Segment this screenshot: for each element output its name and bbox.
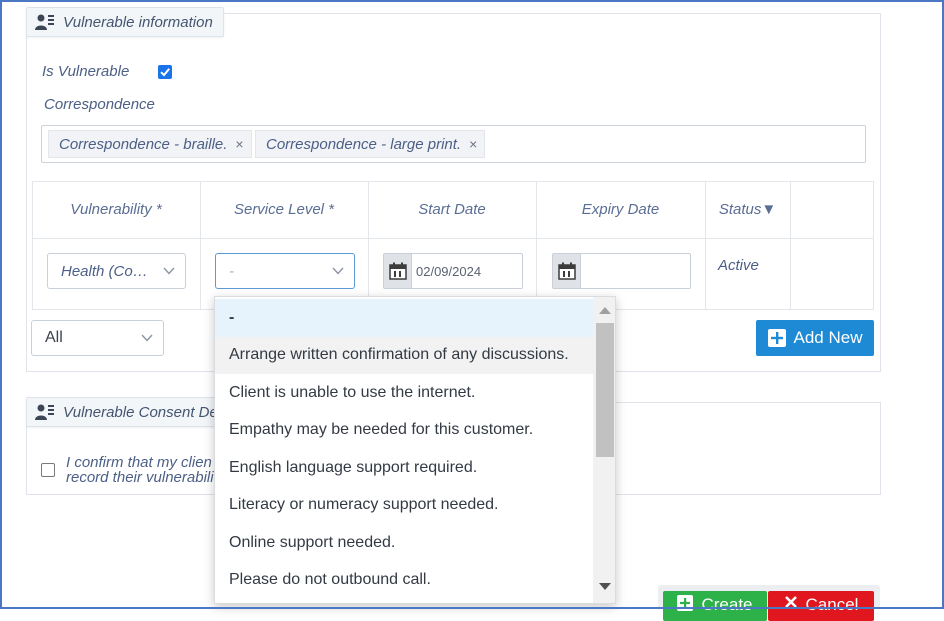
dropdown-option[interactable]: Empathy may be needed for this customer. xyxy=(215,412,593,450)
consent-checkbox[interactable] xyxy=(41,463,55,477)
start-date-value: 02/09/2024 xyxy=(416,263,482,279)
create-label: Create xyxy=(701,595,753,614)
checkmark-icon xyxy=(160,68,170,77)
vulnerability-select[interactable]: Health (Co… xyxy=(47,253,186,289)
dropdown-option[interactable]: Literacy or numeracy support needed. xyxy=(215,487,593,525)
dropdown-option[interactable]: Please do not outbound call. xyxy=(215,562,593,600)
close-icon xyxy=(784,596,797,608)
chevron-down-icon xyxy=(163,267,175,275)
column-header-status[interactable]: Status▼ xyxy=(705,181,790,238)
is-vulnerable-label: Is Vulnerable xyxy=(42,63,130,80)
person-card-icon xyxy=(35,14,54,30)
consent-panel-header[interactable]: Vulnerable Consent De xyxy=(26,397,236,427)
calendar-icon[interactable] xyxy=(553,254,581,288)
column-header-start-date[interactable]: Start Date xyxy=(368,181,536,238)
person-card-icon xyxy=(35,404,54,420)
filter-select[interactable]: All xyxy=(31,320,164,356)
tag-label: Correspondence - large print. xyxy=(266,135,462,153)
filter-value: All xyxy=(45,329,63,346)
remove-tag-icon[interactable]: × xyxy=(469,136,477,152)
consent-text-line: record their vulnerabili xyxy=(66,469,214,486)
add-new-label: Add New xyxy=(793,328,863,347)
dropdown-option[interactable]: Arrange written confirmation of any disc… xyxy=(215,336,593,374)
correspondence-multiselect[interactable]: Correspondence - braille. × Corresponden… xyxy=(41,125,866,163)
scrollbar-thumb[interactable] xyxy=(596,323,614,457)
column-header-service-level[interactable]: Service Level * xyxy=(200,181,368,238)
correspondence-label: Correspondence xyxy=(44,96,155,113)
correspondence-tag: Correspondence - braille. × xyxy=(48,130,252,158)
add-new-button[interactable]: Add New xyxy=(756,320,874,356)
create-button[interactable]: Create xyxy=(663,591,767,621)
dropdown-option[interactable]: - xyxy=(215,299,593,337)
tag-label: Correspondence - braille. xyxy=(59,135,228,153)
correspondence-tag: Correspondence - large print. × xyxy=(255,130,486,158)
dropdown-option[interactable]: English language support required. xyxy=(215,449,593,487)
column-header-expiry-date[interactable]: Expiry Date xyxy=(536,181,705,238)
service-level-value: - xyxy=(229,262,234,280)
dropdown-scrollbar[interactable] xyxy=(593,297,615,603)
column-header-vulnerability[interactable]: Vulnerability * xyxy=(32,181,200,238)
consent-text-line: I confirm that my clien xyxy=(66,454,212,471)
consent-panel-title: Vulnerable Consent De xyxy=(63,403,218,421)
is-vulnerable-checkbox[interactable] xyxy=(158,65,172,79)
plus-square-icon xyxy=(767,329,786,347)
chevron-down-icon xyxy=(332,267,344,275)
expiry-date-value xyxy=(581,254,585,288)
service-level-select[interactable]: - xyxy=(215,253,355,289)
cancel-label: Cancel xyxy=(805,595,859,614)
scroll-down-icon[interactable] xyxy=(599,583,611,590)
dropdown-option[interactable]: Client is unable to use the internet. xyxy=(215,374,593,412)
status-value: Active xyxy=(718,257,759,274)
remove-tag-icon[interactable]: × xyxy=(235,136,243,152)
calendar-icon[interactable] xyxy=(384,254,412,288)
dropdown-option[interactable]: Online support needed. xyxy=(215,524,593,562)
consent-text: I confirm that my clien record their vul… xyxy=(66,455,214,485)
chevron-down-icon xyxy=(141,334,153,342)
vulnerable-information-header[interactable]: Vulnerable information xyxy=(26,7,224,37)
scroll-up-icon[interactable] xyxy=(599,307,611,314)
service-level-dropdown[interactable]: - Arrange written confirmation of any di… xyxy=(214,296,616,604)
vulnerable-information-title: Vulnerable information xyxy=(63,13,213,31)
vulnerability-value: Health (Co… xyxy=(61,262,148,280)
cancel-button[interactable]: Cancel xyxy=(768,591,874,621)
column-divider xyxy=(790,181,791,310)
start-date-picker[interactable]: 02/09/2024 xyxy=(383,253,523,289)
expiry-date-picker[interactable] xyxy=(552,253,691,289)
